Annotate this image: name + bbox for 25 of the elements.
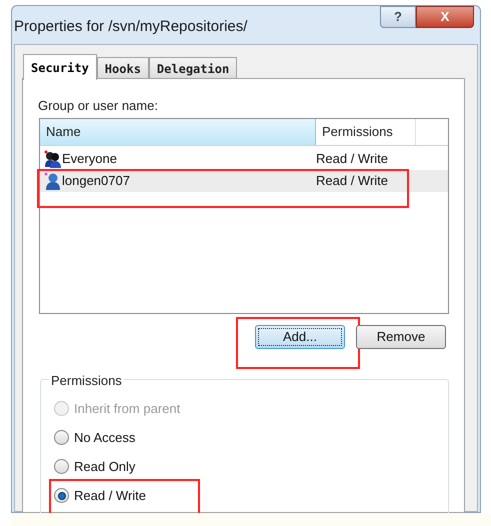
user-icon <box>44 172 62 190</box>
dialog-button[interactable]: Remove <box>356 325 446 349</box>
column-header[interactable]: Name <box>40 119 316 145</box>
radio-button[interactable] <box>54 488 69 503</box>
option-label: Inherit from parent <box>74 400 180 418</box>
add-button[interactable]: Add... <box>255 325 345 349</box>
option-label: Read / Write <box>74 486 146 505</box>
option-label: Read Only <box>74 458 136 476</box>
radio-button[interactable] <box>54 459 69 474</box>
tab[interactable]: Hooks <box>96 57 149 79</box>
user-name: longen0707 <box>62 172 131 190</box>
column-header[interactable]: Permissions <box>316 119 416 145</box>
tab[interactable]: Delegation <box>148 57 238 79</box>
window-title: Properties for /svn/myRepositories/ <box>14 17 248 37</box>
permission-value: Read / Write <box>316 150 388 168</box>
tab[interactable]: Security <box>23 54 97 80</box>
help-button[interactable]: ? <box>380 6 416 28</box>
list-row[interactable]: Everyone Read / Write <box>40 148 448 170</box>
list-row[interactable]: longen0707 Read / Write <box>40 170 448 192</box>
group-label: Group or user name: <box>38 97 158 115</box>
option-label: No Access <box>74 428 136 447</box>
user-name: Everyone <box>62 150 118 168</box>
permission-value: Read / Write <box>316 172 388 190</box>
users-icon <box>44 150 62 168</box>
radio-button[interactable] <box>54 430 69 445</box>
